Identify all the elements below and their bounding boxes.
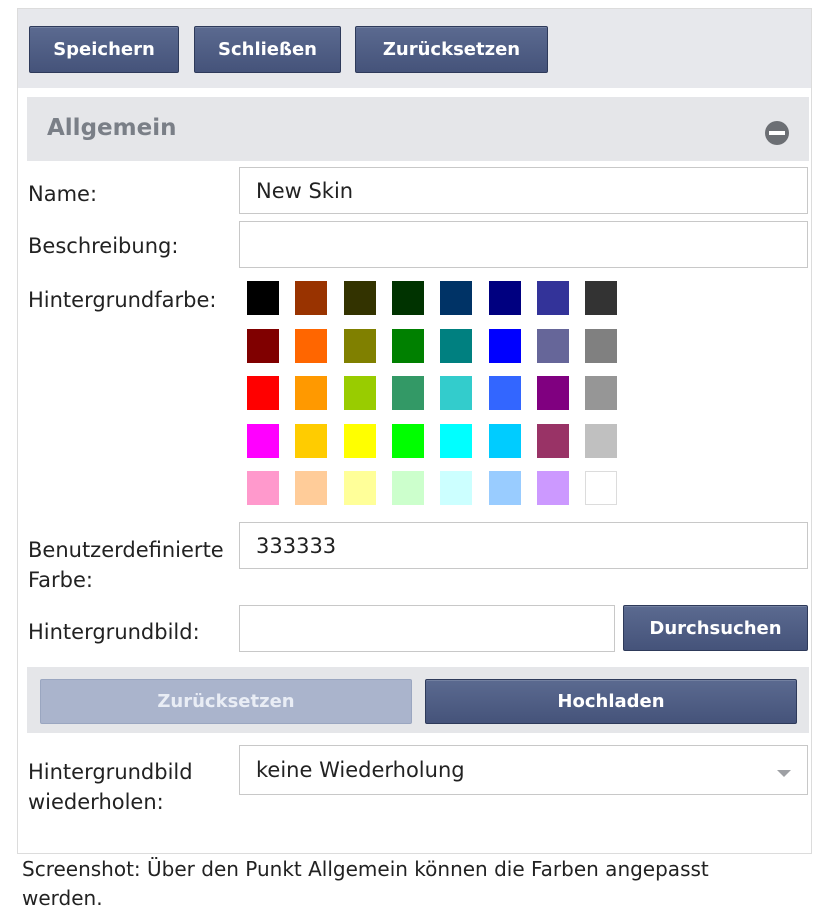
color-swatch[interactable]: [392, 376, 424, 410]
color-swatch[interactable]: [489, 471, 521, 505]
color-swatch[interactable]: [489, 376, 521, 410]
browse-button[interactable]: Durchsuchen: [623, 605, 808, 651]
color-swatch[interactable]: [344, 376, 376, 410]
color-swatch[interactable]: [585, 471, 617, 505]
color-swatch[interactable]: [295, 281, 327, 315]
repeat-select-value: keine Wiederholung: [256, 758, 465, 782]
color-swatch[interactable]: [537, 424, 569, 458]
upload-bar: Zurücksetzen Hochladen: [27, 667, 809, 733]
color-swatch[interactable]: [440, 329, 472, 363]
color-swatch[interactable]: [295, 329, 327, 363]
screenshot-caption: Screenshot: Über den Punkt Allgemein kön…: [22, 857, 709, 910]
color-swatch[interactable]: [392, 281, 424, 315]
bg-image-field[interactable]: [239, 605, 615, 652]
color-swatch[interactable]: [489, 424, 521, 458]
color-swatch[interactable]: [585, 281, 617, 315]
color-swatch[interactable]: [440, 471, 472, 505]
color-swatch[interactable]: [295, 471, 327, 505]
color-swatch[interactable]: [392, 329, 424, 363]
color-swatch[interactable]: [537, 471, 569, 505]
color-swatch[interactable]: [344, 471, 376, 505]
color-swatch[interactable]: [537, 329, 569, 363]
color-swatch[interactable]: [585, 329, 617, 363]
color-swatch[interactable]: [247, 281, 279, 315]
save-button[interactable]: Speichern: [29, 26, 179, 73]
toolbar: Speichern Schließen Zurücksetzen: [18, 9, 811, 88]
custom-color-label: Benutzerdefinierte Farbe:: [28, 535, 224, 595]
section-title: Allgemein: [47, 115, 177, 141]
description-field[interactable]: [239, 221, 808, 268]
bg-image-label: Hintergrundbild:: [28, 620, 200, 644]
description-label: Beschreibung:: [28, 234, 179, 258]
repeat-label: Hintergrundbild wiederholen:: [28, 757, 193, 817]
color-swatch[interactable]: [585, 424, 617, 458]
name-field[interactable]: New Skin: [239, 167, 808, 214]
color-swatch[interactable]: [585, 376, 617, 410]
bg-color-label: Hintergrundfarbe:: [28, 288, 217, 312]
color-swatch[interactable]: [440, 376, 472, 410]
repeat-label-line1: Hintergrundbild: [28, 760, 193, 784]
chevron-down-icon: [777, 770, 791, 777]
color-swatch[interactable]: [295, 376, 327, 410]
color-swatch[interactable]: [344, 424, 376, 458]
name-label: Name:: [28, 182, 98, 206]
color-swatch[interactable]: [247, 329, 279, 363]
color-swatch[interactable]: [247, 424, 279, 458]
color-swatch[interactable]: [344, 329, 376, 363]
color-swatch[interactable]: [247, 471, 279, 505]
color-swatch[interactable]: [295, 424, 327, 458]
color-swatch[interactable]: [537, 376, 569, 410]
custom-color-label-line2: Farbe:: [28, 568, 93, 592]
custom-color-field[interactable]: 333333: [239, 522, 808, 569]
repeat-label-line2: wiederholen:: [28, 790, 164, 814]
color-swatch[interactable]: [392, 471, 424, 505]
collapse-icon[interactable]: [765, 121, 789, 145]
close-button[interactable]: Schließen: [194, 26, 341, 73]
color-swatch[interactable]: [440, 424, 472, 458]
section-header-allgemein[interactable]: Allgemein: [27, 97, 809, 161]
repeat-select[interactable]: keine Wiederholung: [239, 745, 808, 795]
color-swatch[interactable]: [344, 281, 376, 315]
reset-button[interactable]: Zurücksetzen: [355, 26, 548, 73]
color-swatch[interactable]: [489, 281, 521, 315]
color-swatch[interactable]: [392, 424, 424, 458]
color-swatch[interactable]: [440, 281, 472, 315]
color-swatch[interactable]: [489, 329, 521, 363]
color-swatch[interactable]: [247, 376, 279, 410]
custom-color-label-line1: Benutzerdefinierte: [28, 538, 224, 562]
skin-editor-panel: Speichern Schließen Zurücksetzen Allgeme…: [17, 8, 812, 854]
color-swatch[interactable]: [537, 281, 569, 315]
upload-button[interactable]: Hochladen: [425, 679, 797, 724]
upload-reset-button[interactable]: Zurücksetzen: [40, 679, 412, 724]
